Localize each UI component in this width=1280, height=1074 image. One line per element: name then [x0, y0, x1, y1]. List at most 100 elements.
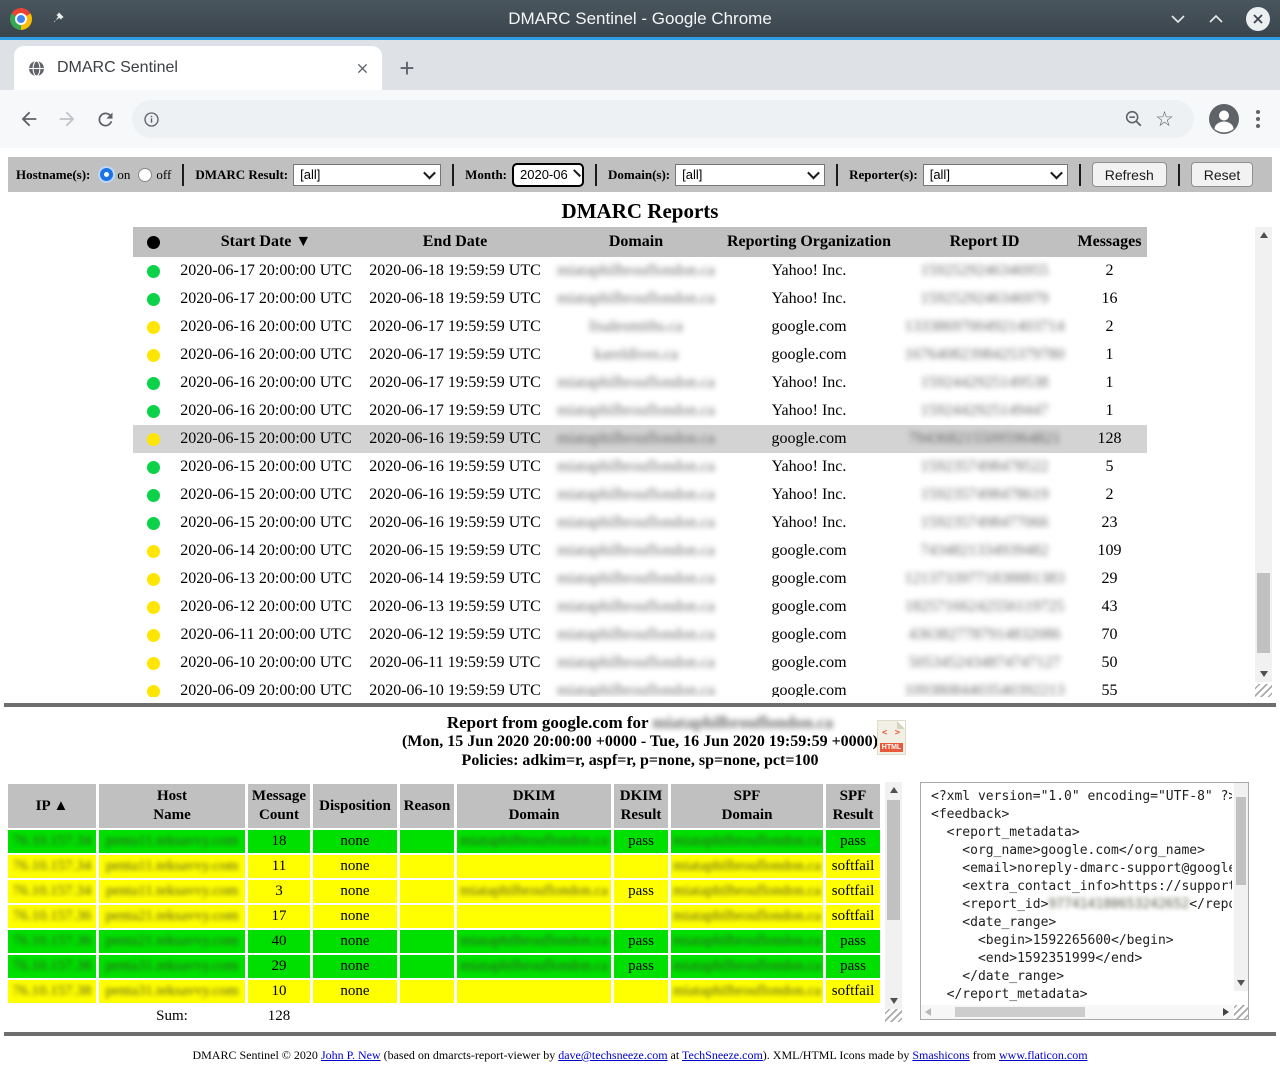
- reports-column-header[interactable]: Domain: [551, 227, 721, 257]
- report-row[interactable]: 2020-06-16 20:00:00 UTC2020-06-17 19:59:…: [133, 341, 1147, 369]
- reports-column-header[interactable]: Messages: [1072, 227, 1147, 257]
- hostnames-on-radio[interactable]: [100, 168, 113, 181]
- browser-toolbar: ☆: [0, 90, 1280, 148]
- report-row[interactable]: 2020-06-16 20:00:00 UTC2020-06-17 19:59:…: [133, 397, 1147, 425]
- scroll-down-arrow[interactable]: [1255, 666, 1272, 682]
- reload-button[interactable]: [86, 100, 124, 138]
- minimize-button[interactable]: [1170, 14, 1186, 24]
- xml-vertical-scrollbar[interactable]: [1234, 783, 1248, 991]
- scroll-right-arrow[interactable]: [1219, 1005, 1233, 1019]
- xml-text: <report_metadata>: [931, 825, 1080, 840]
- report-row[interactable]: 2020-06-16 20:00:00 UTC2020-06-17 19:59:…: [133, 369, 1147, 397]
- report-row[interactable]: 2020-06-17 20:00:00 UTC2020-06-18 19:59:…: [133, 257, 1147, 285]
- zoom-out-icon[interactable]: [1123, 108, 1145, 130]
- records-column-header[interactable]: SPF Domain: [671, 784, 823, 828]
- reports-column-header[interactable]: Reporting Organization: [721, 227, 897, 257]
- report-row[interactable]: 2020-06-11 20:00:00 UTC2020-06-12 19:59:…: [133, 621, 1147, 649]
- records-scrollbar[interactable]: [885, 782, 902, 1009]
- footer-link[interactable]: www.flaticon.com: [999, 1048, 1088, 1062]
- scroll-thumb[interactable]: [887, 800, 900, 920]
- report-row[interactable]: 2020-06-15 20:00:00 UTC2020-06-16 19:59:…: [133, 425, 1147, 453]
- close-button[interactable]: [1246, 7, 1270, 31]
- scroll-up-arrow[interactable]: [1255, 227, 1272, 243]
- tab-close-icon[interactable]: [357, 63, 368, 74]
- reports-column-header[interactable]: Report ID: [897, 227, 1072, 257]
- xml-line: </date_range>: [931, 968, 1232, 986]
- record-disposition: none: [313, 880, 397, 903]
- report-row[interactable]: 2020-06-10 20:00:00 UTC2020-06-11 19:59:…: [133, 649, 1147, 677]
- tab-dmarc-sentinel[interactable]: DMARC Sentinel: [14, 46, 382, 90]
- report-id: 1592442925149447: [897, 397, 1072, 425]
- html-file-icon[interactable]: < > HTML: [878, 721, 905, 754]
- report-row[interactable]: 2020-06-12 20:00:00 UTC2020-06-13 19:59:…: [133, 593, 1147, 621]
- records-column-header[interactable]: Host Name: [99, 784, 245, 828]
- resize-grip[interactable]: [885, 1009, 902, 1022]
- scroll-down-arrow[interactable]: [885, 993, 902, 1009]
- footer-link[interactable]: Smashicons: [912, 1048, 969, 1062]
- reporters-select[interactable]: [all]: [923, 164, 1068, 186]
- records-column-header[interactable]: SPF Result: [826, 784, 880, 828]
- blurred-text: 76.10.157.34: [13, 858, 92, 874]
- pin-icon[interactable]: [50, 11, 65, 26]
- sum-row: Sum:128: [8, 1005, 880, 1022]
- report-messages: 128: [1072, 425, 1147, 453]
- scroll-thumb[interactable]: [1257, 573, 1270, 653]
- records-column-header[interactable]: IP ▲: [8, 784, 96, 828]
- record-row: 76.10.157.34penta11.teksavvy.com11nonemi…: [8, 855, 880, 878]
- month-select[interactable]: 2020-06: [512, 163, 584, 187]
- records-column-header[interactable]: Reason: [400, 784, 454, 828]
- scroll-down-arrow[interactable]: [1234, 975, 1248, 991]
- blurred-text: miataphilbrouflondon.ca: [673, 858, 821, 874]
- domains-select[interactable]: [all]: [675, 164, 825, 186]
- forward-button[interactable]: [48, 100, 86, 138]
- report-row[interactable]: 2020-06-13 20:00:00 UTC2020-06-14 19:59:…: [133, 565, 1147, 593]
- blurred-domain: miataphilbrouflondon.ca: [557, 430, 715, 447]
- scroll-thumb[interactable]: [1236, 797, 1246, 885]
- report-row[interactable]: 2020-06-14 20:00:00 UTC2020-06-15 19:59:…: [133, 537, 1147, 565]
- resize-grip[interactable]: [1234, 1005, 1248, 1019]
- reports-scrollbar[interactable]: [1255, 227, 1272, 682]
- report-row[interactable]: 2020-06-15 20:00:00 UTC2020-06-16 19:59:…: [133, 481, 1147, 509]
- records-column-header[interactable]: DKIM Domain: [457, 784, 611, 828]
- browser-menu-icon[interactable]: [1256, 110, 1260, 128]
- back-button[interactable]: [10, 100, 48, 138]
- report-row[interactable]: 2020-06-09 20:00:00 UTC2020-06-10 19:59:…: [133, 677, 1147, 697]
- bookmark-star-icon[interactable]: ☆: [1145, 109, 1184, 130]
- reports-column-header[interactable]: End Date: [359, 227, 551, 257]
- profile-avatar[interactable]: [1208, 103, 1240, 135]
- report-row[interactable]: 2020-06-17 20:00:00 UTC2020-06-18 19:59:…: [133, 285, 1147, 313]
- address-bar[interactable]: ☆: [132, 100, 1194, 138]
- records-column-header[interactable]: Message Count: [248, 784, 310, 828]
- hostnames-off-label[interactable]: off: [156, 167, 171, 183]
- xml-viewer[interactable]: <?xml version="1.0" encoding="UTF-8" ?><…: [920, 782, 1249, 1020]
- records-column-header[interactable]: DKIM Result: [614, 784, 668, 828]
- month-label: Month:: [465, 167, 507, 183]
- blurred-domain: kareldives.ca: [594, 346, 678, 363]
- record-reason: [400, 855, 454, 878]
- maximize-button[interactable]: [1208, 14, 1224, 24]
- xml-text: <email>noreply-dmarc-support@google.c: [931, 861, 1232, 876]
- scroll-left-arrow[interactable]: [921, 1005, 935, 1019]
- records-column-header[interactable]: Disposition: [313, 784, 397, 828]
- resize-grip[interactable]: [1255, 684, 1272, 697]
- site-info-icon[interactable]: [142, 110, 161, 129]
- report-row[interactable]: 2020-06-15 20:00:00 UTC2020-06-16 19:59:…: [133, 453, 1147, 481]
- dmarc-result-select[interactable]: [all]: [293, 164, 441, 186]
- records-table-container: IP ▲Host NameMessage CountDispositionRea…: [8, 782, 902, 1022]
- footer-link[interactable]: John P. New: [321, 1048, 381, 1062]
- footer-link[interactable]: TechSneeze.com: [682, 1048, 763, 1062]
- xml-horizontal-scrollbar[interactable]: [921, 1005, 1233, 1019]
- report-row[interactable]: 2020-06-16 20:00:00 UTC2020-06-17 19:59:…: [133, 313, 1147, 341]
- reports-column-header[interactable]: [133, 227, 173, 257]
- refresh-button[interactable]: Refresh: [1092, 162, 1167, 187]
- scroll-thumb[interactable]: [955, 1007, 1085, 1017]
- hostnames-off-radio[interactable]: [138, 168, 152, 182]
- scroll-up-arrow[interactable]: [885, 782, 902, 798]
- reset-button[interactable]: Reset: [1191, 162, 1254, 187]
- reports-column-header[interactable]: Start Date ▼: [173, 227, 359, 257]
- report-row[interactable]: 2020-06-15 20:00:00 UTC2020-06-16 19:59:…: [133, 509, 1147, 537]
- hostnames-on-label[interactable]: on: [117, 167, 130, 183]
- report-org: Yahoo! Inc.: [721, 397, 897, 425]
- new-tab-button[interactable]: +: [392, 53, 422, 83]
- footer-link[interactable]: dave@techsneeze.com: [558, 1048, 667, 1062]
